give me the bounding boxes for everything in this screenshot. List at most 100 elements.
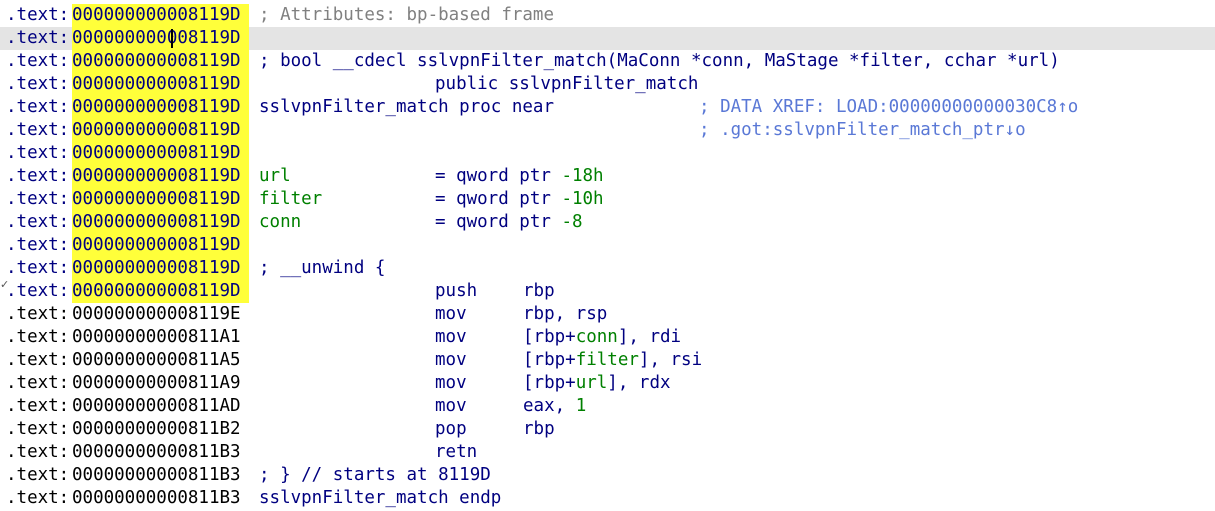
code-token: mov xyxy=(435,396,467,416)
address[interactable]: 000000000008119D xyxy=(72,50,249,73)
listing-line[interactable]: .text: 00000000000811B2 pop rbp xyxy=(0,418,1215,441)
code-text[interactable]: ; Attributes: bp-based frame xyxy=(259,4,554,27)
code-text[interactable]: filter xyxy=(259,188,322,211)
code-token: retn xyxy=(435,442,478,462)
address[interactable]: 000000000008119D xyxy=(72,165,249,188)
code-text[interactable]: mov xyxy=(435,326,467,349)
listing-line[interactable]: .text: 000000000008119D xyxy=(0,27,1215,50)
address[interactable]: 000000000008119D xyxy=(72,280,249,303)
listing-line[interactable]: .text: 000000000008119D ; .got:sslvpnFilte… xyxy=(0,119,1215,142)
listing-line[interactable]: .text: 000000000008119D filter = qword ptr … xyxy=(0,188,1215,211)
segment-prefix: .text: xyxy=(6,51,70,71)
listing-line[interactable]: .text: 000000000008119D url = qword ptr -18… xyxy=(0,165,1215,188)
code-text[interactable]: ; bool __cdecl sslvpnFilter_match(MaConn… xyxy=(259,50,1060,73)
code-text[interactable]: = qword ptr -8 xyxy=(435,211,583,234)
address[interactable]: 000000000008119D xyxy=(72,211,249,234)
code-text[interactable]: sslvpnFilter_match endp xyxy=(259,487,501,510)
address[interactable]: 000000000008119D xyxy=(72,27,249,50)
segment-prefix: .text: xyxy=(6,166,70,186)
code-token: url xyxy=(259,166,291,186)
address[interactable]: 000000000008119D xyxy=(72,257,249,280)
segment-prefix: .text: xyxy=(6,327,70,347)
code-token: mov xyxy=(435,373,467,393)
listing-line[interactable]: .text: 00000000000811B3 sslvpnFilter_match… xyxy=(0,487,1215,510)
variable-token[interactable]: conn xyxy=(576,327,618,347)
code-text[interactable]: eax, 1 xyxy=(523,395,586,418)
code-text[interactable]: mov xyxy=(435,395,467,418)
address[interactable]: 00000000000811A1 xyxy=(72,326,249,349)
address[interactable]: 00000000000811B3 xyxy=(72,441,249,464)
address[interactable]: 00000000000811AD xyxy=(72,395,249,418)
code-text[interactable]: ; } // starts at 8119D xyxy=(259,464,491,487)
code-text[interactable]: push xyxy=(435,280,477,303)
address[interactable]: 000000000008119D xyxy=(72,142,249,165)
listing-line[interactable]: .text: 000000000008119D sslvpnFilter_match… xyxy=(0,96,1215,119)
listing-line[interactable]: .text: 000000000008119E mov rbp, rsp xyxy=(0,303,1215,326)
code-text[interactable]: mov xyxy=(435,303,467,326)
listing-line[interactable]: .text: 00000000000811A5 mov [rbp+filter], r… xyxy=(0,349,1215,372)
code-text[interactable]: rbp xyxy=(523,280,555,303)
code-text[interactable]: [rbp+filter], rsi xyxy=(523,349,702,372)
listing-line[interactable]: .text: 00000000000811B3 ; } // starts at 8… xyxy=(0,464,1215,487)
code-token: rbp xyxy=(523,281,555,301)
segment-prefix: .text: xyxy=(6,304,70,324)
listing-line[interactable]: .text: 000000000008119D ; Attributes: bp-b… xyxy=(0,4,1215,27)
address[interactable]: 000000000008119D xyxy=(72,119,249,142)
variable-token[interactable]: url xyxy=(576,373,608,393)
address[interactable]: 000000000008119D xyxy=(72,73,249,96)
code-text[interactable]: conn xyxy=(259,211,301,234)
listing-line[interactable]: .text: 000000000008119D ; bool __cdecl ssl… xyxy=(0,50,1215,73)
code-text[interactable]: = qword ptr -18h xyxy=(435,165,604,188)
variable-token[interactable]: filter xyxy=(576,350,639,370)
code-text[interactable]: ; __unwind { xyxy=(259,257,385,280)
address[interactable]: 000000000008119E xyxy=(72,303,249,326)
code-text[interactable]: retn xyxy=(435,441,477,464)
code-text[interactable]: url xyxy=(259,165,291,188)
code-text[interactable]: ; DATA XREF: LOAD:00000000000030C8↑o xyxy=(699,96,1078,119)
code-token: = qword ptr xyxy=(435,189,562,209)
listing-line[interactable]: .text: 000000000008119D xyxy=(0,142,1215,165)
listing-line[interactable]: .text: 000000000008119D conn = qword ptr -8 xyxy=(0,211,1215,234)
code-text[interactable]: ; .got:sslvpnFilter_match_ptr↓o xyxy=(699,119,1026,142)
code-token: ], rdi xyxy=(617,327,682,347)
address[interactable]: 000000000008119D xyxy=(72,4,249,27)
listing-line[interactable]: .text: 00000000000811A1 mov [rbp+conn], rdi xyxy=(0,326,1215,349)
segment-prefix: .text: xyxy=(6,235,70,255)
address[interactable]: 00000000000811B2 xyxy=(72,418,249,441)
listing-line[interactable]: .text: 000000000008119D push rbp xyxy=(0,280,1215,303)
text-cursor xyxy=(171,29,173,48)
code-text[interactable]: mov xyxy=(435,349,467,372)
address[interactable]: 000000000008119D xyxy=(72,234,249,257)
address[interactable]: 00000000000811A9 xyxy=(72,372,249,395)
code-text[interactable]: [rbp+conn], rdi xyxy=(523,326,681,349)
code-text[interactable]: pop xyxy=(435,418,467,441)
address[interactable]: 00000000000811B3 xyxy=(72,487,249,510)
code-text[interactable]: [rbp+url], rdx xyxy=(523,372,671,395)
address[interactable]: 000000000008119D xyxy=(72,96,249,119)
address[interactable]: 00000000000811A5 xyxy=(72,349,249,372)
code-token: mov xyxy=(435,350,467,370)
segment-prefix: .text: xyxy=(6,28,70,48)
listing-line[interactable]: .text: 000000000008119D xyxy=(0,234,1215,257)
code-text[interactable]: sslvpnFilter_match proc near xyxy=(259,96,554,119)
code-token: [rbp+ xyxy=(523,327,576,347)
address[interactable]: 000000000008119D xyxy=(72,188,249,211)
listing-line[interactable]: .text: 000000000008119D ; __unwind { xyxy=(0,257,1215,280)
listing-line[interactable]: .text: 00000000000811AD mov eax, 1 xyxy=(0,395,1215,418)
segment-prefix: .text: xyxy=(6,373,70,393)
code-text[interactable]: = qword ptr -10h xyxy=(435,188,604,211)
disassembly-listing[interactable]: .text: 000000000008119D; Attributes: bp-b… xyxy=(0,4,1215,510)
listing-line[interactable]: .text: 00000000000811A9 mov [rbp+url], rdx xyxy=(0,372,1215,395)
address[interactable]: 00000000000811B3 xyxy=(72,464,249,487)
segment-prefix: .text: xyxy=(6,212,70,232)
code-text[interactable]: rbp xyxy=(523,418,555,441)
code-text[interactable]: rbp, rsp xyxy=(523,303,607,326)
segment-prefix: .text: xyxy=(6,97,70,117)
code-token: ; bool __cdecl sslvpnFilter_match(MaConn… xyxy=(259,51,1060,71)
listing-line[interactable]: .text: 00000000000811B3 retn xyxy=(0,441,1215,464)
code-text[interactable]: mov xyxy=(435,372,467,395)
code-token: = qword ptr xyxy=(435,212,562,232)
segment-prefix: .text: xyxy=(6,488,70,508)
listing-line[interactable]: .text: 000000000008119D public sslvpnFilte… xyxy=(0,73,1215,96)
code-text[interactable]: public sslvpnFilter_match xyxy=(435,73,698,96)
